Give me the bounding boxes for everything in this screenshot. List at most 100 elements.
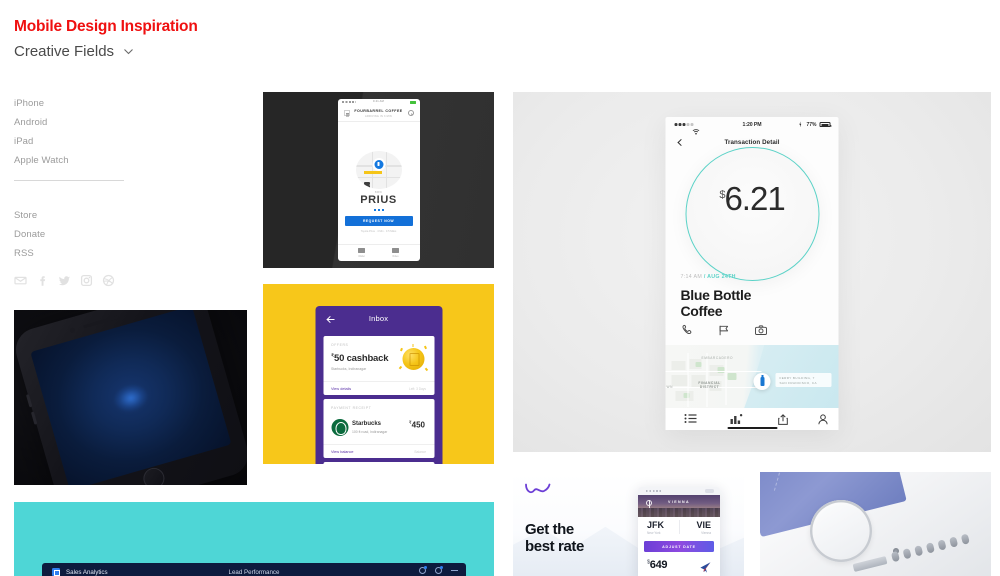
home-indicator	[727, 426, 777, 429]
map-view[interactable]: EMBARCADERO FINANCIAL DISTRICT WN FERRY B…	[665, 345, 839, 408]
flag-icon[interactable]	[718, 324, 731, 337]
offer-amount-value: 50 cashback	[333, 353, 389, 365]
thumbnail-transaction-detail-app[interactable]: 1:20 PM 77% Transaction Detail $6.21 7:1…	[513, 92, 991, 452]
creative-fields-label: Creative Fields	[14, 43, 115, 60]
iphone-body	[14, 310, 247, 485]
card-footer: View balance Balance	[323, 444, 434, 458]
menu-icon[interactable]	[343, 110, 350, 116]
destination-hero: VIENNA	[638, 495, 720, 517]
transaction-timestamp: 7:14 AM / AUG 24TH	[681, 274, 736, 280]
settings-icon[interactable]	[419, 566, 427, 574]
share-icon[interactable]	[774, 414, 792, 425]
sidebar: Mobile Design Inspiration Creative Field…	[0, 0, 250, 576]
dribbble-icon[interactable]	[102, 274, 115, 287]
tab-wallet-label: Wallet	[358, 254, 365, 258]
app-subtitle: ARRIVING IN 3 MIN	[365, 114, 392, 118]
secondary-nav: Store Donate RSS	[14, 206, 134, 263]
sidebar-item-store[interactable]: Store	[14, 206, 134, 225]
status-time: 1:20 PM	[742, 121, 762, 128]
status-time: 9:41 AM	[373, 100, 384, 103]
transaction-date: / AUG 24TH	[703, 274, 736, 280]
action-row	[681, 324, 768, 337]
sidebar-item-donate[interactable]: Donate	[14, 225, 134, 244]
chevron-down-icon	[123, 46, 134, 57]
offer-meta: Left: 3 Days	[408, 386, 426, 391]
sidebar-divider	[14, 180, 124, 181]
callout-text: FERRY BUILDING, 7 SAN FRANCISCO, CA	[780, 376, 817, 385]
map-label-wn: WN	[666, 385, 674, 389]
instagram-icon[interactable]	[80, 274, 93, 287]
sidebar-item-android[interactable]: Android	[14, 113, 134, 132]
battery-percent: 77%	[806, 122, 817, 128]
car-model: PRIUS	[360, 194, 397, 206]
social-links	[14, 274, 115, 287]
offer-card[interactable]: OFFERS ₹50 cashback Starbucks, Indiranag…	[323, 336, 434, 395]
transaction-amount-value: 6.21	[724, 180, 785, 217]
back-chevron-icon[interactable]	[678, 139, 682, 146]
bar-chart-icon[interactable]	[728, 414, 746, 425]
notifications-icon[interactable]	[435, 566, 443, 574]
earpiece-speaker	[83, 315, 119, 329]
more-icon[interactable]	[451, 570, 458, 571]
plane-icon	[699, 561, 712, 574]
email-icon[interactable]	[14, 274, 27, 287]
transaction-time: 7:14 AM	[680, 274, 703, 280]
phone-screen	[30, 310, 232, 485]
view-details-link[interactable]: View details	[331, 387, 351, 391]
app-header: Inbox	[315, 306, 442, 333]
request-button[interactable]: REQUEST NOW	[344, 216, 413, 226]
camera-icon[interactable]	[755, 324, 768, 337]
tab-wallet[interactable]: Wallet	[352, 248, 372, 258]
map-pin-icon[interactable]	[753, 373, 771, 390]
thumbnail-sales-analytics-dashboard[interactable]: Sales Analytics Lead Performance	[14, 502, 494, 576]
receipt-card[interactable]: PAYMENT RECEIPT Starbucks 100 ft road, I…	[323, 399, 434, 458]
twitter-icon[interactable]	[58, 274, 71, 287]
tab-rides[interactable]: Rides	[386, 248, 406, 258]
list-icon[interactable]	[682, 414, 700, 425]
headline: Get the best rate	[525, 521, 584, 555]
map-pin-icon	[374, 160, 383, 169]
battery-icon	[403, 100, 416, 104]
profile-icon[interactable]	[814, 414, 832, 425]
sidebar-item-iphone[interactable]: iPhone	[14, 94, 134, 113]
phone-mockup: 1:20 PM 77% Transaction Detail $6.21 7:1…	[665, 117, 839, 430]
adjust-date-button[interactable]: ADJUST DATE	[644, 541, 714, 552]
phone-icon[interactable]	[681, 324, 694, 337]
sidebar-item-ipad[interactable]: iPad	[14, 132, 134, 151]
facebook-icon[interactable]	[36, 274, 49, 287]
bottom-tab-bar: Wallet Rides	[337, 244, 420, 261]
receipt-merchant: Starbucks	[352, 421, 382, 427]
thumbnail-inbox-wallet-app[interactable]: Inbox OFFERS ₹50 cashback Starbucks, Ind…	[263, 284, 494, 464]
meal-voucher-card[interactable]: MEAL VOUCHERS	[323, 462, 434, 464]
thumbnail-coffee-ride-app[interactable]: 9:41 AM FOURBARREL COFFEE ARRIVING IN 3 …	[263, 92, 494, 268]
receipt-amount: ₹450	[409, 420, 425, 430]
signal-icon	[646, 490, 662, 492]
creative-fields-dropdown[interactable]: Creative Fields	[14, 43, 134, 60]
thumbnail-flight-rate-app[interactable]: Get the best rate VIENNA JFK New York VI…	[513, 472, 744, 576]
destination-city: VIENNA	[668, 500, 690, 504]
ride-note: Toyota Prius · 4 Min · 0.5 Miles	[360, 230, 397, 233]
thumbnail-dark-iphone-photo[interactable]	[14, 310, 247, 485]
skyline-silhouette	[638, 508, 720, 517]
sparkles-icon	[398, 344, 428, 372]
view-balance-link[interactable]: View balance	[331, 450, 354, 454]
pager-dots[interactable]	[373, 209, 384, 211]
thumbnail-iphone-home-button-photo[interactable]	[760, 472, 991, 576]
globe-icon[interactable]	[646, 500, 652, 508]
headline-line2: best rate	[525, 538, 584, 555]
callout-line2: SAN FRANCISCO, CA	[779, 380, 817, 385]
screen-glow	[110, 380, 151, 416]
card-label: OFFERS	[331, 343, 349, 347]
back-arrow-icon[interactable]	[326, 315, 335, 324]
map-address-callout: FERRY BUILDING, 7 SAN FRANCISCO, CA	[775, 373, 832, 387]
receipt-amount-value: 450	[411, 420, 425, 430]
sidebar-item-rss[interactable]: RSS	[14, 244, 134, 263]
dashboard-window: Sales Analytics Lead Performance	[42, 563, 466, 576]
status-bar	[638, 487, 720, 495]
search-icon[interactable]	[407, 110, 414, 116]
signal-icon	[341, 101, 356, 103]
phone-mockup: 9:41 AM FOURBARREL COFFEE ARRIVING IN 3 …	[337, 99, 420, 261]
sidebar-item-apple-watch[interactable]: Apple Watch	[14, 151, 134, 170]
front-camera-icon	[69, 327, 76, 334]
signal-icon	[674, 123, 694, 126]
